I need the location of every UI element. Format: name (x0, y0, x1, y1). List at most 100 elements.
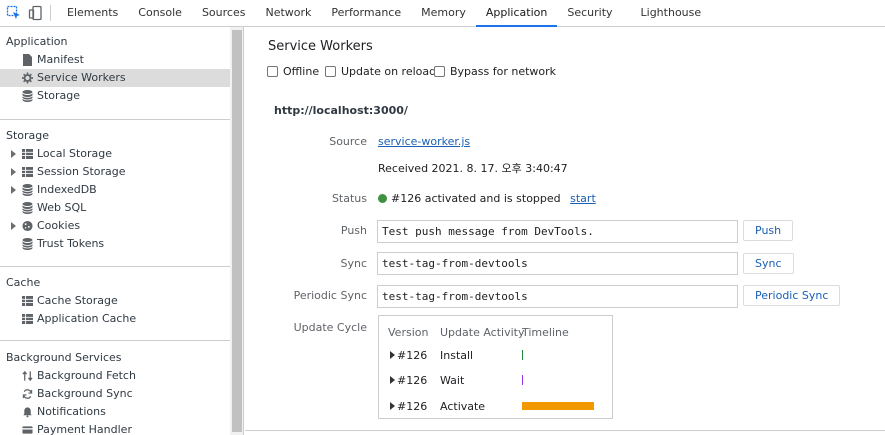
sidebar-item-label: Notifications (37, 405, 106, 418)
tab-sources[interactable]: Sources (192, 0, 256, 26)
section-header-storage: Storage (6, 129, 50, 142)
column-header-version: Version (388, 326, 429, 339)
column-header-update-activity: Update Activity (440, 326, 525, 339)
start-link[interactable]: start (570, 192, 596, 205)
sidebar-item-label: Local Storage (37, 147, 113, 160)
database-icon (22, 202, 33, 214)
bypass-for-network-label: Bypass for network (450, 65, 557, 78)
grid-icon (22, 149, 33, 159)
tab-lighthouse[interactable]: Lighthouse (623, 0, 712, 26)
timeline-bar-activate (522, 402, 594, 410)
sidebar-divider (0, 266, 230, 267)
sidebar-item-label: Session Storage (37, 165, 126, 178)
expand-arrow-icon[interactable] (390, 376, 395, 384)
sidebar-item-label: Web SQL (37, 201, 87, 214)
sidebar-divider (0, 340, 230, 341)
sidebar-item-application-cache[interactable]: Application Cache (0, 310, 230, 328)
sidebar-item-web-sql[interactable]: Web SQL (0, 199, 230, 217)
tab-performance[interactable]: Performance (321, 0, 411, 26)
row-activity: Activate (440, 400, 486, 413)
source-label: Source (329, 135, 367, 148)
sidebar-item-label: Trust Tokens (37, 237, 105, 250)
expand-arrow-icon[interactable] (390, 402, 395, 410)
devtools-toolbar: Elements Console Sources Network Perform… (0, 0, 885, 27)
section-header-background-services: Background Services (6, 351, 122, 364)
push-input[interactable]: Test push message from DevTools. (377, 220, 738, 243)
received-text: Received 2021. 8. 17. 오후 3:40:47 (378, 162, 568, 175)
periodic-sync-button[interactable]: Periodic Sync (743, 285, 841, 306)
offline-option[interactable]: Offline (267, 65, 319, 78)
sidebar-item-label: Background Sync (37, 387, 133, 400)
expand-arrow-icon[interactable] (11, 150, 16, 158)
expand-arrow-icon[interactable] (390, 351, 395, 359)
sidebar-item-label: Manifest (37, 53, 84, 66)
bypass-for-network-checkbox[interactable] (434, 66, 445, 77)
tab-application[interactable]: Application (475, 0, 558, 27)
bypass-for-network-option[interactable]: Bypass for network (434, 65, 556, 78)
sidebar-section-background-services: Background Services Background Fetch Bac… (0, 349, 230, 435)
status-row: #126 activated and is stopped start (378, 192, 596, 205)
sidebar-item-label: Background Fetch (37, 369, 136, 382)
sidebar-item-trust-tokens[interactable]: Trust Tokens (0, 235, 230, 253)
update-cycle-label: Update Cycle (293, 321, 367, 334)
push-label: Push (340, 224, 367, 237)
sidebar-item-background-fetch[interactable]: Background Fetch (0, 367, 230, 385)
grid-icon (22, 296, 33, 306)
sidebar-item-background-sync[interactable]: Background Sync (0, 385, 230, 403)
cookie-icon (22, 220, 33, 232)
row-version: #126 (397, 374, 428, 387)
tab-console[interactable]: Console (128, 0, 192, 26)
database-icon (22, 184, 33, 196)
sidebar-section-storage: Storage Local Storage Session Storage In… (0, 127, 230, 253)
update-on-reload-option[interactable]: Update on reload (325, 65, 436, 78)
tab-memory[interactable]: Memory (411, 0, 476, 26)
timeline-bar-install (522, 350, 523, 360)
row-activity: Install (440, 349, 474, 362)
device-toolbar-icon[interactable] (28, 5, 44, 21)
sync-label: Sync (340, 257, 367, 270)
tab-security[interactable]: Security (557, 0, 622, 26)
expand-arrow-icon[interactable] (11, 222, 16, 230)
source-link[interactable]: service-worker.js (378, 135, 470, 148)
bell-icon (23, 407, 32, 418)
database-icon (22, 90, 33, 102)
sidebar-item-manifest[interactable]: Manifest (0, 51, 230, 69)
sidebar-item-notifications[interactable]: Notifications (0, 403, 230, 421)
sidebar-item-indexeddb[interactable]: IndexedDB (0, 181, 230, 199)
tab-elements[interactable]: Elements (57, 0, 128, 26)
sidebar-item-label: Cookies (37, 219, 81, 232)
section-header-application: Application (6, 35, 68, 48)
sidebar-item-payment-handler[interactable]: Payment Handler (0, 421, 230, 435)
offline-checkbox[interactable] (267, 66, 278, 77)
status-label: Status (331, 192, 367, 205)
status-indicator-icon (378, 194, 387, 203)
sidebar-item-session-storage[interactable]: Session Storage (0, 163, 230, 181)
sidebar-item-storage[interactable]: Storage (0, 87, 230, 105)
arrows-icon (22, 370, 33, 382)
sidebar-item-label: Cache Storage (37, 294, 118, 307)
expand-arrow-icon[interactable] (11, 168, 16, 176)
status-text: #126 activated and is stopped (391, 192, 561, 205)
periodic-sync-label: Periodic Sync (293, 289, 367, 302)
update-cycle-table: Version Update Activity Timeline #126 In… (378, 315, 613, 419)
sidebar-item-label: Service Workers (37, 71, 126, 84)
sidebar-item-label: Storage (37, 89, 81, 102)
sidebar-scrollbar-thumb[interactable] (232, 30, 242, 432)
sync-input[interactable]: test-tag-from-devtools (377, 252, 738, 275)
sidebar-item-cache-storage[interactable]: Cache Storage (0, 292, 230, 310)
sidebar-item-local-storage[interactable]: Local Storage (0, 145, 230, 163)
update-on-reload-checkbox[interactable] (325, 66, 336, 77)
sync-icon (22, 389, 33, 399)
tab-network[interactable]: Network (255, 0, 321, 26)
expand-arrow-icon[interactable] (11, 186, 16, 194)
offline-label: Offline (283, 65, 320, 78)
sync-button[interactable]: Sync (743, 253, 794, 274)
sidebar-section-application: Application Manifest Service Workers Sto… (0, 33, 230, 105)
sidebar-item-service-workers[interactable]: Service Workers (0, 69, 230, 87)
row-version: #126 (397, 349, 428, 362)
sidebar-item-cookies[interactable]: Cookies (0, 217, 230, 235)
inspect-element-icon[interactable] (6, 5, 22, 21)
grid-icon (22, 167, 33, 177)
periodic-sync-input[interactable]: test-tag-from-devtools (377, 285, 738, 308)
push-button[interactable]: Push (743, 220, 794, 241)
